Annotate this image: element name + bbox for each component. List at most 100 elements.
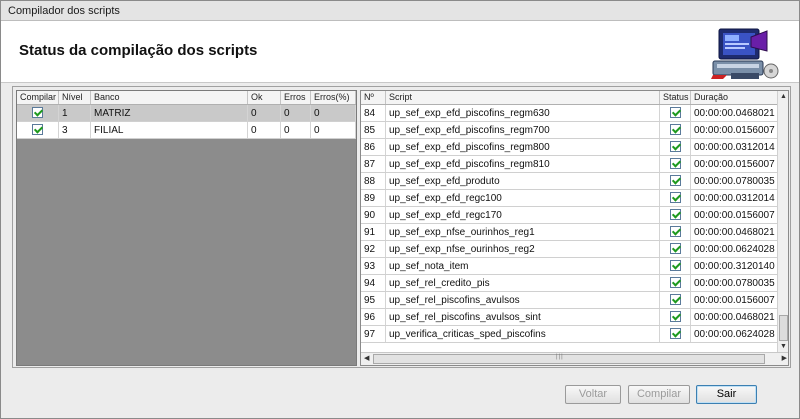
- col-erros[interactable]: Erros: [281, 91, 311, 104]
- erros-cell: 0: [281, 105, 311, 121]
- content-panel: Compilar Nível Banco Ok Erros Erros(%) 1…: [12, 86, 791, 368]
- check-icon: [669, 226, 681, 237]
- col-erros-pct[interactable]: Erros(%): [311, 91, 356, 104]
- table-row[interactable]: 3 FILIAL 0 0 0: [17, 122, 356, 139]
- scroll-up-icon[interactable]: ▲: [780, 93, 787, 100]
- num-cell: 87: [361, 156, 386, 172]
- num-cell: 86: [361, 139, 386, 155]
- status-checkbox[interactable]: [660, 258, 691, 274]
- banco-cell: FILIAL: [91, 122, 248, 138]
- num-cell: 96: [361, 309, 386, 325]
- scroll-left-icon[interactable]: ◀: [364, 354, 369, 362]
- ok-cell: 0: [248, 105, 281, 121]
- duracao-cell: 00:00:00.0156007: [691, 156, 778, 172]
- num-cell: 84: [361, 105, 386, 121]
- duracao-cell: 00:00:00.0624028: [691, 241, 778, 257]
- script-cell: up_sef_exp_efd_piscofins_regm810: [386, 156, 660, 172]
- col-nivel[interactable]: Nível: [59, 91, 91, 104]
- banco-grid[interactable]: Compilar Nível Banco Ok Erros Erros(%) 1…: [16, 90, 357, 366]
- num-cell: 88: [361, 173, 386, 189]
- num-cell: 90: [361, 207, 386, 223]
- vertical-scrollbar[interactable]: ▲ ▼: [777, 91, 788, 353]
- check-icon: [669, 328, 681, 339]
- status-checkbox[interactable]: [660, 122, 691, 138]
- col-num[interactable]: Nº: [361, 91, 386, 104]
- duracao-cell: 00:00:00.0156007: [691, 207, 778, 223]
- compilar-button[interactable]: Compilar: [628, 385, 690, 404]
- status-checkbox[interactable]: [660, 207, 691, 223]
- status-checkbox[interactable]: [660, 309, 691, 325]
- script-grid[interactable]: Nº Script Status Duração 84 up_sef_exp_ef…: [360, 90, 789, 366]
- table-row[interactable]: 85 up_sef_exp_efd_piscofins_regm700 00:00:…: [361, 122, 778, 139]
- table-row[interactable]: 91 up_sef_exp_nfse_ourinhos_reg1 00:00:00.…: [361, 224, 778, 241]
- horizontal-scroll-thumb[interactable]: [373, 354, 765, 364]
- duracao-cell: 00:00:00.0156007: [691, 122, 778, 138]
- check-icon: [32, 107, 43, 118]
- duracao-cell: 00:00:00.0312014: [691, 139, 778, 155]
- window-title: Compilador dos scripts: [1, 1, 799, 21]
- scroll-down-icon[interactable]: ▼: [780, 343, 787, 350]
- status-checkbox[interactable]: [660, 190, 691, 206]
- duracao-cell: 00:00:00.0780035: [691, 275, 778, 291]
- table-row[interactable]: 90 up_sef_exp_efd_regc170 00:00:00.0156007: [361, 207, 778, 224]
- duracao-cell: 00:00:00.0156007: [691, 292, 778, 308]
- status-checkbox[interactable]: [660, 105, 691, 121]
- table-row[interactable]: 88 up_sef_exp_efd_produto 00:00:00.0780035: [361, 173, 778, 190]
- compilar-checkbox[interactable]: [17, 105, 59, 121]
- table-row[interactable]: 89 up_sef_exp_efd_regc100 00:00:00.0312014: [361, 190, 778, 207]
- num-cell: 97: [361, 326, 386, 342]
- col-status[interactable]: Status: [660, 91, 691, 104]
- duracao-cell: 00:00:00.0468021: [691, 309, 778, 325]
- table-row[interactable]: 95 up_sef_rel_piscofins_avulsos 00:00:00.0…: [361, 292, 778, 309]
- col-script[interactable]: Script: [386, 91, 660, 104]
- col-compilar[interactable]: Compilar: [17, 91, 59, 104]
- num-cell: 89: [361, 190, 386, 206]
- table-row[interactable]: 93 up_sef_nota_item 00:00:00.3120140: [361, 258, 778, 275]
- ok-cell: 0: [248, 122, 281, 138]
- voltar-button[interactable]: Voltar: [565, 385, 621, 404]
- status-checkbox[interactable]: [660, 275, 691, 291]
- status-checkbox[interactable]: [660, 156, 691, 172]
- script-cell: up_sef_exp_efd_regc170: [386, 207, 660, 223]
- sair-button[interactable]: Sair: [696, 385, 757, 404]
- nivel-cell: 3: [59, 122, 91, 138]
- col-banco[interactable]: Banco: [91, 91, 248, 104]
- duracao-cell: 00:00:00.0312014: [691, 190, 778, 206]
- status-checkbox[interactable]: [660, 326, 691, 342]
- check-icon: [669, 260, 681, 271]
- table-row[interactable]: 96 up_sef_rel_piscofins_avulsos_sint 00:00…: [361, 309, 778, 326]
- vertical-scroll-thumb[interactable]: [779, 315, 788, 341]
- table-row[interactable]: 1 MATRIZ 0 0 0: [17, 105, 356, 122]
- col-ok[interactable]: Ok: [248, 91, 281, 104]
- nivel-cell: 1: [59, 105, 91, 121]
- check-icon: [669, 107, 681, 118]
- status-checkbox[interactable]: [660, 224, 691, 240]
- check-icon: [669, 192, 681, 203]
- header-banner: Status da compilação dos scripts: [1, 21, 799, 83]
- col-duracao[interactable]: Duração: [691, 91, 778, 104]
- num-cell: 93: [361, 258, 386, 274]
- table-row[interactable]: 84 up_sef_exp_efd_piscofins_regm630 00:00:…: [361, 105, 778, 122]
- status-checkbox[interactable]: [660, 241, 691, 257]
- check-icon: [669, 243, 681, 254]
- script-cell: up_sef_nota_item: [386, 258, 660, 274]
- script-cell: up_sef_exp_efd_piscofins_regm630: [386, 105, 660, 121]
- table-row[interactable]: 94 up_sef_rel_credito_pis 00:00:00.0780035: [361, 275, 778, 292]
- duracao-cell: 00:00:00.0468021: [691, 105, 778, 121]
- status-checkbox[interactable]: [660, 173, 691, 189]
- status-checkbox[interactable]: [660, 139, 691, 155]
- erros-pct-cell: 0: [311, 105, 356, 121]
- table-row[interactable]: 97 up_verifica_criticas_sped_piscofins 00:…: [361, 326, 778, 343]
- table-row[interactable]: 86 up_sef_exp_efd_piscofins_regm800 00:00:…: [361, 139, 778, 156]
- duracao-cell: 00:00:00.0780035: [691, 173, 778, 189]
- table-row[interactable]: 87 up_sef_exp_efd_piscofins_regm810 00:00:…: [361, 156, 778, 173]
- status-checkbox[interactable]: [660, 292, 691, 308]
- check-icon: [669, 141, 681, 152]
- compilar-checkbox[interactable]: [17, 122, 59, 138]
- horizontal-scrollbar[interactable]: ◀ ||| ▶: [361, 352, 788, 365]
- script-cell: up_sef_exp_efd_regc100: [386, 190, 660, 206]
- script-rows: 84 up_sef_exp_efd_piscofins_regm630 00:00:…: [361, 105, 778, 351]
- scroll-right-icon[interactable]: ▶: [782, 354, 787, 362]
- table-row[interactable]: 92 up_sef_exp_nfse_ourinhos_reg2 00:00:00.…: [361, 241, 778, 258]
- num-cell: 85: [361, 122, 386, 138]
